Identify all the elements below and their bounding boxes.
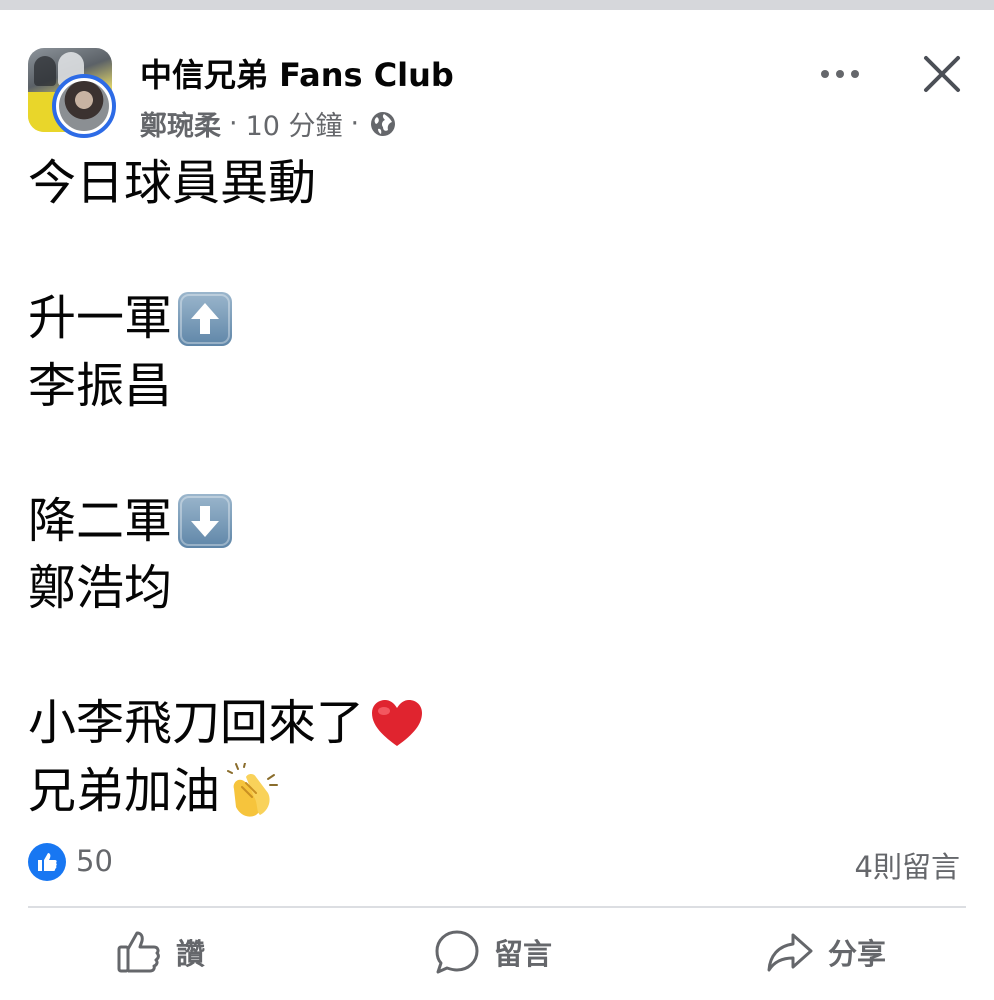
post-card: 中信兄弟 Fans Club 鄭琬柔 · 10 分鐘 · 今日球員異動 升一軍 …: [0, 10, 994, 1000]
post-line: 今日球員異動: [28, 150, 958, 218]
author-name[interactable]: 鄭琬柔: [140, 104, 221, 143]
post-line-text: 降二軍: [28, 492, 173, 549]
post-line-text: 兄弟加油: [28, 762, 221, 819]
author-avatar-photo: [59, 81, 109, 131]
like-button[interactable]: 讚: [116, 924, 205, 980]
post-time[interactable]: 10 分鐘: [246, 104, 343, 143]
post-line-text: 今日球員異動: [28, 155, 317, 211]
post-line-text: 小李飛刀回來了: [28, 695, 365, 751]
post-text: 今日球員異動 升一軍 李振昌 降二軍 鄭浩均 小李飛刀回來了 兄弟加油: [28, 150, 958, 825]
post-line: 升一軍: [28, 285, 958, 353]
post-meta: 鄭琬柔 · 10 分鐘 ·: [140, 104, 397, 143]
post-line-text: 升一軍: [28, 290, 173, 346]
up-arrow-icon: [178, 291, 233, 346]
clapping-hands-icon: [224, 762, 280, 819]
post-line-text: 李振昌: [28, 357, 173, 414]
post-line: 李振昌: [28, 353, 958, 421]
post-line: 降二軍: [28, 488, 958, 556]
thumbs-up-icon: [117, 931, 160, 973]
more-dots-icon[interactable]: [812, 54, 868, 94]
post-line: 兄弟加油: [28, 758, 958, 826]
comment-count[interactable]: 4則留言: [855, 844, 960, 886]
post-line-blank: [28, 623, 958, 691]
like-count[interactable]: 50: [76, 844, 113, 878]
comment-label: 留言: [494, 937, 553, 971]
red-heart-icon: [370, 699, 424, 749]
post-line-blank: [28, 420, 958, 488]
meta-separator: ·: [229, 108, 238, 139]
like-reaction-icon[interactable]: [28, 843, 66, 881]
down-arrow-icon: [178, 494, 233, 549]
group-avatar-figure: [34, 56, 56, 86]
speech-bubble-icon: [435, 930, 479, 974]
like-label: 讚: [176, 937, 206, 971]
globe-icon: [369, 110, 397, 138]
meta-separator: ·: [350, 108, 360, 139]
author-avatar[interactable]: [52, 74, 116, 138]
group-name[interactable]: 中信兄弟 Fans Club: [140, 50, 454, 96]
post-line-text: 鄭浩均: [28, 560, 173, 616]
action-divider: [28, 906, 966, 908]
post-line: 小李飛刀回來了: [28, 690, 958, 758]
share-label: 分享: [828, 937, 887, 971]
share-arrow-icon: [767, 933, 813, 972]
comment-button[interactable]: 留言: [434, 924, 552, 980]
close-icon[interactable]: [918, 50, 966, 98]
top-strip: [0, 0, 994, 10]
post-line-blank: [28, 218, 958, 286]
post-line: 鄭浩均: [28, 555, 958, 623]
share-button[interactable]: 分享: [766, 924, 886, 980]
